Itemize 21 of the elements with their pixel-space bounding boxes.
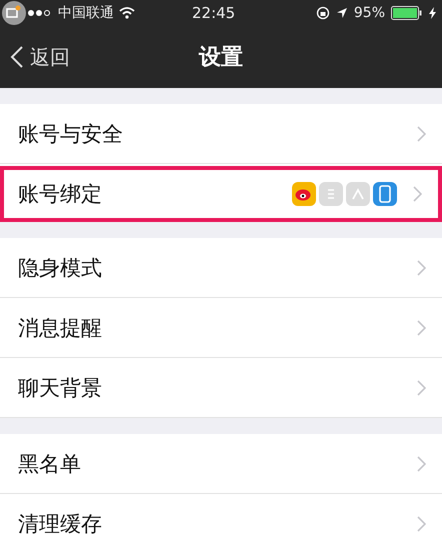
back-button[interactable]: 返回 xyxy=(0,44,80,70)
wifi-icon xyxy=(119,7,135,19)
settings-row[interactable]: 账号绑定 xyxy=(0,166,442,222)
clock-time: 22:45 xyxy=(192,4,236,22)
back-chevron-icon xyxy=(10,45,24,69)
chevron-icon xyxy=(413,186,422,202)
chevron-icon xyxy=(417,320,426,336)
assistive-touch-icon[interactable] xyxy=(2,1,26,25)
signal-icon xyxy=(27,9,53,17)
page-title: 设置 xyxy=(199,44,243,72)
charging-bolt-icon xyxy=(429,7,436,19)
chevron-icon xyxy=(417,456,426,472)
chevron-icon xyxy=(417,380,426,396)
battery-icon xyxy=(391,6,423,20)
chevron-icon xyxy=(417,260,426,276)
carrier-name: 中国联通 xyxy=(58,4,114,22)
battery-percent: 95% xyxy=(354,5,385,21)
chevron-icon xyxy=(417,126,426,142)
chevron-icon xyxy=(417,516,426,532)
rotation-lock-icon xyxy=(316,6,330,20)
location-arrow-icon xyxy=(336,7,348,19)
